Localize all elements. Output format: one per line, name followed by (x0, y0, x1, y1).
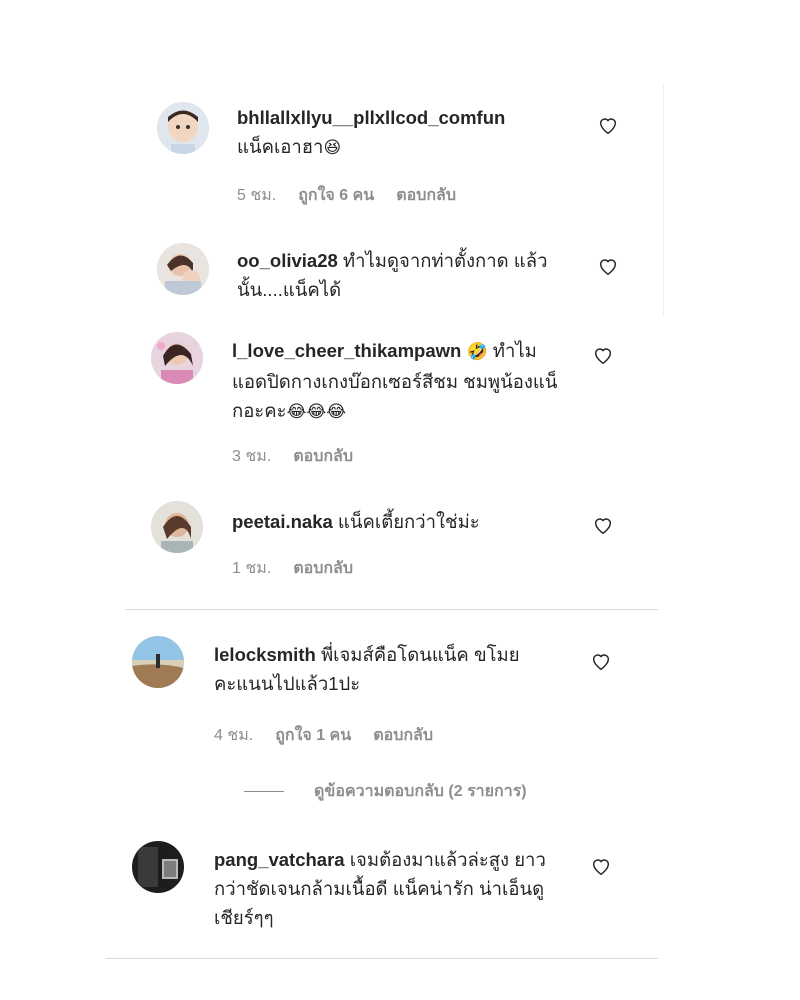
reply-button[interactable]: ตอบกลับ (396, 187, 456, 204)
like-count[interactable]: ถูกใจ 6 คน (298, 187, 374, 204)
comment-username[interactable]: oo_olivia28 (237, 250, 338, 271)
laughing-emoji-icon: 😆 (323, 138, 342, 158)
reply-button[interactable]: ตอบกลับ (373, 727, 433, 744)
avatar[interactable] (157, 243, 209, 295)
comment-text: แน็คเอาฮา (237, 136, 324, 157)
avatar[interactable] (132, 841, 184, 893)
scroll-rail (663, 84, 664, 316)
reply-button[interactable]: ตอบกลับ (293, 560, 353, 577)
comment-timestamp: 3 ชม. (232, 448, 272, 465)
rofl-emoji-icon: 🤣 (466, 342, 488, 362)
avatar[interactable] (157, 102, 209, 154)
comment-username[interactable]: peetai.naka (232, 511, 333, 532)
comment-timestamp: 4 ชม. (214, 727, 254, 744)
divider (106, 958, 658, 959)
heart-icon[interactable] (592, 514, 616, 538)
divider (125, 609, 658, 610)
reply-button[interactable]: ตอบกลับ (293, 448, 353, 465)
comment-timestamp: 5 ชม. (237, 187, 277, 204)
view-replies-button[interactable]: ดูข้อความตอบกลับ (2 รายการ) (244, 779, 527, 804)
comment-username[interactable]: lelocksmith (214, 644, 316, 665)
divider-line (244, 791, 284, 792)
avatar[interactable] (132, 636, 184, 688)
heart-icon[interactable] (592, 344, 616, 368)
comment-username[interactable]: bhllallxllyu__pllxllcod_comfun (237, 107, 505, 128)
heart-icon[interactable] (590, 650, 614, 674)
avatar[interactable] (151, 332, 203, 384)
heart-icon[interactable] (597, 114, 621, 138)
comment-username[interactable]: pang_vatchara (214, 849, 345, 870)
view-replies-label: ดูข้อความตอบกลับ (2 รายการ) (314, 783, 527, 800)
joy-emoji-icon: 😂😂😂 (286, 402, 347, 422)
avatar[interactable] (151, 501, 203, 553)
comment-text: แน็คเตี้ยกว่าใช่ม่ะ (337, 511, 480, 532)
like-count[interactable]: ถูกใจ 1 คน (275, 727, 351, 744)
heart-icon[interactable] (590, 855, 614, 879)
comment-timestamp: 1 ชม. (232, 560, 272, 577)
heart-icon[interactable] (597, 255, 621, 279)
comment-username[interactable]: l_love_cheer_thikampawn (232, 340, 461, 361)
